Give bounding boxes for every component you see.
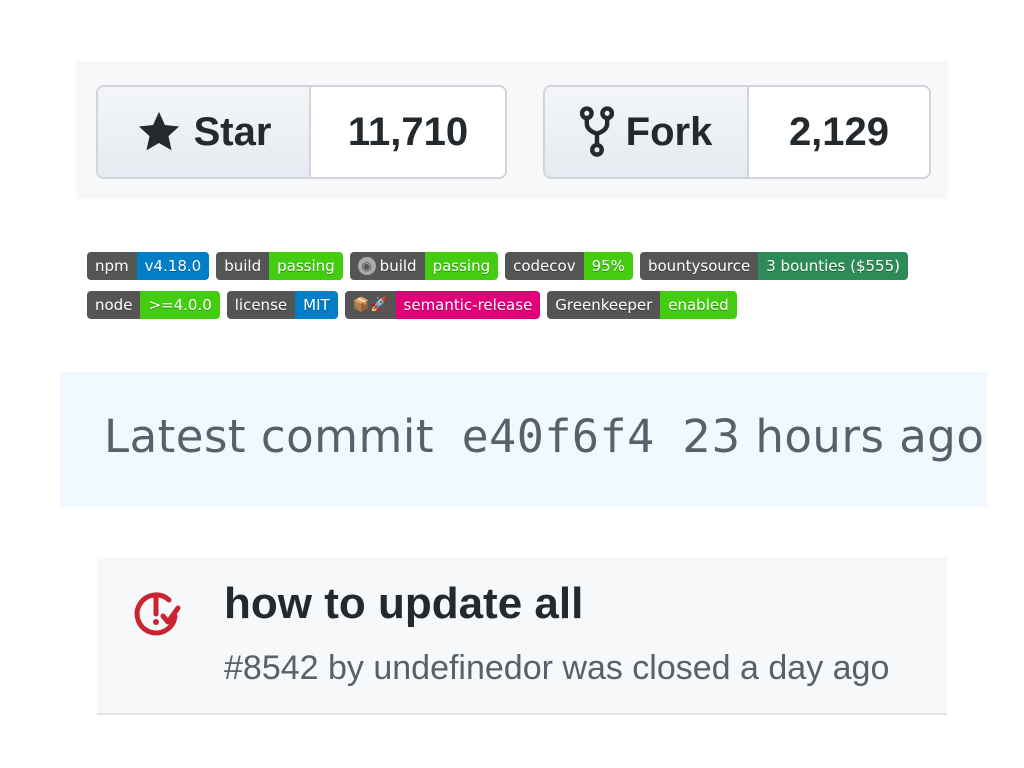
fork-icon bbox=[579, 106, 614, 157]
badge-value: enabled bbox=[660, 291, 737, 319]
badge-value: passing bbox=[269, 252, 343, 280]
badge-row-1: npm v4.18.0 build passing ◉ build passin… bbox=[87, 252, 908, 280]
badge-label: build bbox=[216, 252, 270, 280]
codecov-badge[interactable]: codecov 95% bbox=[505, 252, 633, 280]
badge-value: 95% bbox=[583, 252, 633, 280]
latest-commit-label: Latest commit bbox=[104, 410, 434, 463]
commit-sha-link[interactable]: e40f6f4 bbox=[462, 410, 655, 463]
badge-label: npm bbox=[87, 252, 137, 280]
badge-label: node bbox=[87, 291, 141, 319]
badge-value: 3 bounties ($555) bbox=[758, 252, 908, 280]
node-version-badge[interactable]: node >=4.0.0 bbox=[87, 291, 220, 319]
package-rocket-icon: 📦🚀 bbox=[352, 297, 388, 313]
issue-title-link[interactable]: how to update all bbox=[224, 579, 583, 629]
star-icon bbox=[138, 111, 179, 151]
star-button-group: Star 11,710 bbox=[96, 85, 507, 179]
badge-label: codecov bbox=[505, 252, 584, 280]
badge-label: bountysource bbox=[639, 252, 759, 280]
circleci-icon: ◉ bbox=[357, 257, 376, 275]
issue-list-item[interactable]: how to update all #8542 by undefinedor w… bbox=[97, 557, 947, 715]
latest-commit-bar: Latest commit e40f6f4 23 hours ago bbox=[60, 372, 987, 507]
badge-label: license bbox=[226, 291, 296, 319]
star-button[interactable]: Star bbox=[98, 87, 311, 177]
social-buttons-panel: Star 11,710 Fork 2,129 bbox=[76, 61, 948, 199]
badge-row-2: node >=4.0.0 license MIT 📦🚀 semantic-rel… bbox=[87, 291, 737, 319]
commit-time: 23 hours ago bbox=[682, 410, 985, 463]
stargazers-count[interactable]: 11,710 bbox=[311, 87, 505, 177]
badge-value: MIT bbox=[295, 291, 338, 319]
npm-version-badge[interactable]: npm v4.18.0 bbox=[87, 252, 210, 280]
forks-count[interactable]: 2,129 bbox=[749, 87, 929, 177]
badge-value: semantic-release bbox=[395, 291, 541, 319]
badge-value: v4.18.0 bbox=[136, 252, 210, 280]
badge-label: Greenkeeper bbox=[547, 291, 661, 319]
greenkeeper-badge[interactable]: Greenkeeper enabled bbox=[547, 291, 737, 319]
semantic-release-badge[interactable]: 📦🚀 semantic-release bbox=[344, 291, 541, 319]
circleci-build-badge[interactable]: ◉ build passing bbox=[349, 252, 499, 280]
license-badge[interactable]: license MIT bbox=[226, 291, 338, 319]
travis-build-badge[interactable]: build passing bbox=[216, 252, 343, 280]
issue-closed-icon bbox=[134, 592, 181, 636]
fork-label: Fork bbox=[625, 109, 713, 154]
issue-meta: #8542 by undefinedor was closed a day ag… bbox=[224, 649, 890, 687]
fork-button-group: Fork 2,129 bbox=[543, 85, 931, 179]
badge-value: >=4.0.0 bbox=[140, 291, 220, 319]
bountysource-badge[interactable]: bountysource 3 bounties ($555) bbox=[639, 252, 908, 280]
badge-label: build bbox=[379, 257, 417, 275]
badge-value: passing bbox=[424, 252, 499, 280]
star-label: Star bbox=[193, 109, 272, 154]
fork-button[interactable]: Fork bbox=[545, 87, 749, 177]
latest-commit-text: Latest commit e40f6f4 23 hours ago bbox=[104, 410, 984, 463]
